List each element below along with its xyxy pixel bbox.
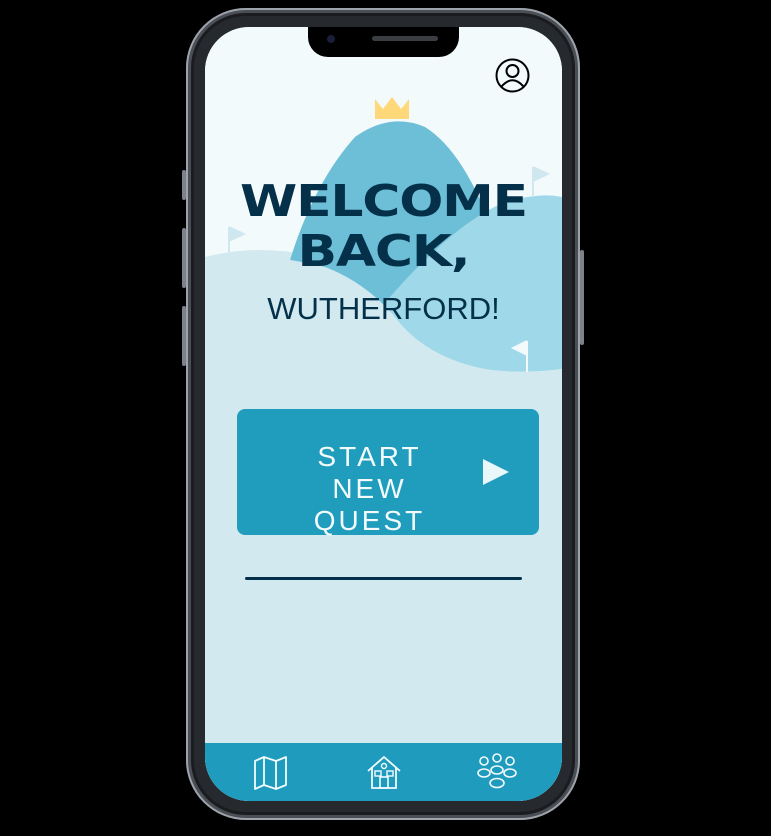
profile-button[interactable] bbox=[495, 58, 530, 93]
divider bbox=[245, 577, 522, 580]
nav-group-button[interactable] bbox=[476, 751, 518, 793]
camera bbox=[327, 35, 335, 43]
side-button-power bbox=[580, 250, 584, 345]
speaker bbox=[372, 36, 438, 41]
nav-map-button[interactable] bbox=[250, 751, 292, 793]
side-button-volume-up bbox=[182, 228, 186, 288]
group-icon bbox=[477, 753, 517, 789]
app-screen: WELCOME BACK, WUTHERFORD! START NEW QUES… bbox=[205, 27, 562, 801]
user-circle-icon bbox=[495, 58, 530, 93]
start-new-quest-label: START NEW QUEST bbox=[313, 441, 426, 536]
home-icon bbox=[367, 756, 401, 789]
side-button-volume-down bbox=[182, 306, 186, 366]
side-button-mute bbox=[182, 170, 186, 200]
user-name: WUTHERFORD! bbox=[267, 291, 500, 326]
welcome-heading-line1: WELCOME bbox=[240, 176, 528, 227]
bottom-nav bbox=[205, 743, 562, 801]
nav-home-button[interactable] bbox=[363, 751, 405, 793]
map-icon bbox=[254, 756, 287, 790]
welcome-heading-line2: BACK, bbox=[297, 226, 471, 277]
play-icon bbox=[483, 459, 509, 485]
start-new-quest-button[interactable]: START NEW QUEST bbox=[237, 409, 539, 536]
